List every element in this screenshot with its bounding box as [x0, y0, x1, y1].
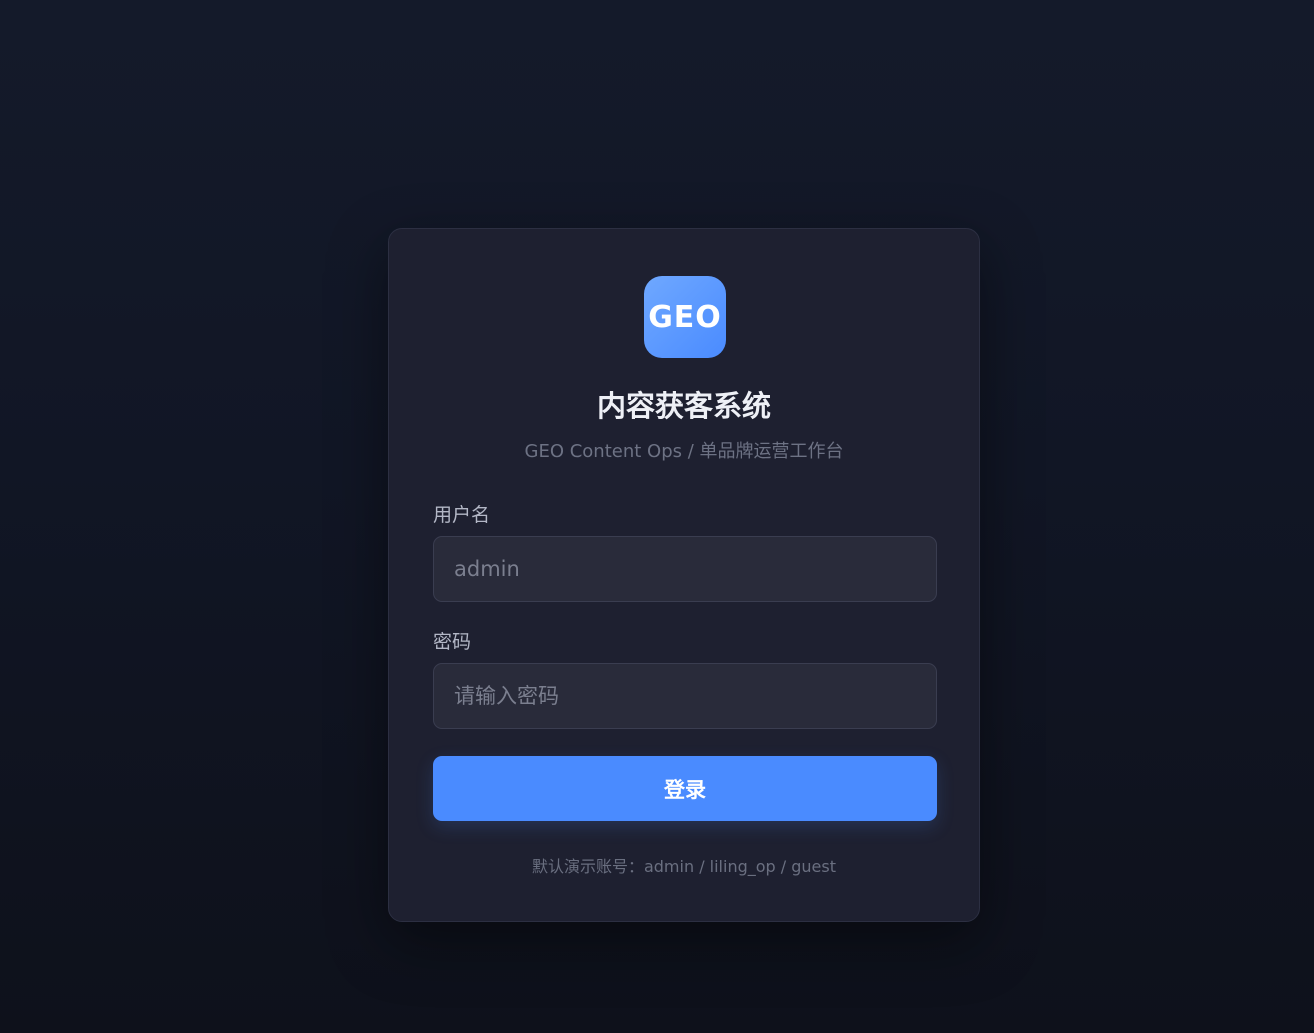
page-subtitle: GEO Content Ops / 单品牌运营工作台: [524, 441, 844, 462]
geo-logo-icon: GEO: [644, 276, 726, 358]
login-card: GEO 内容获客系统 GEO Content Ops / 单品牌运营工作台 用户…: [388, 228, 980, 922]
password-input[interactable]: [433, 663, 937, 729]
demo-account-hint: 默认演示账号：admin / liling_op / guest: [531, 857, 837, 876]
password-label: 密码: [433, 631, 472, 653]
page-title: 内容获客系统: [596, 389, 771, 423]
username-label: 用户名: [433, 504, 491, 526]
login-button[interactable]: 登录: [433, 756, 937, 821]
username-input[interactable]: [433, 536, 937, 602]
